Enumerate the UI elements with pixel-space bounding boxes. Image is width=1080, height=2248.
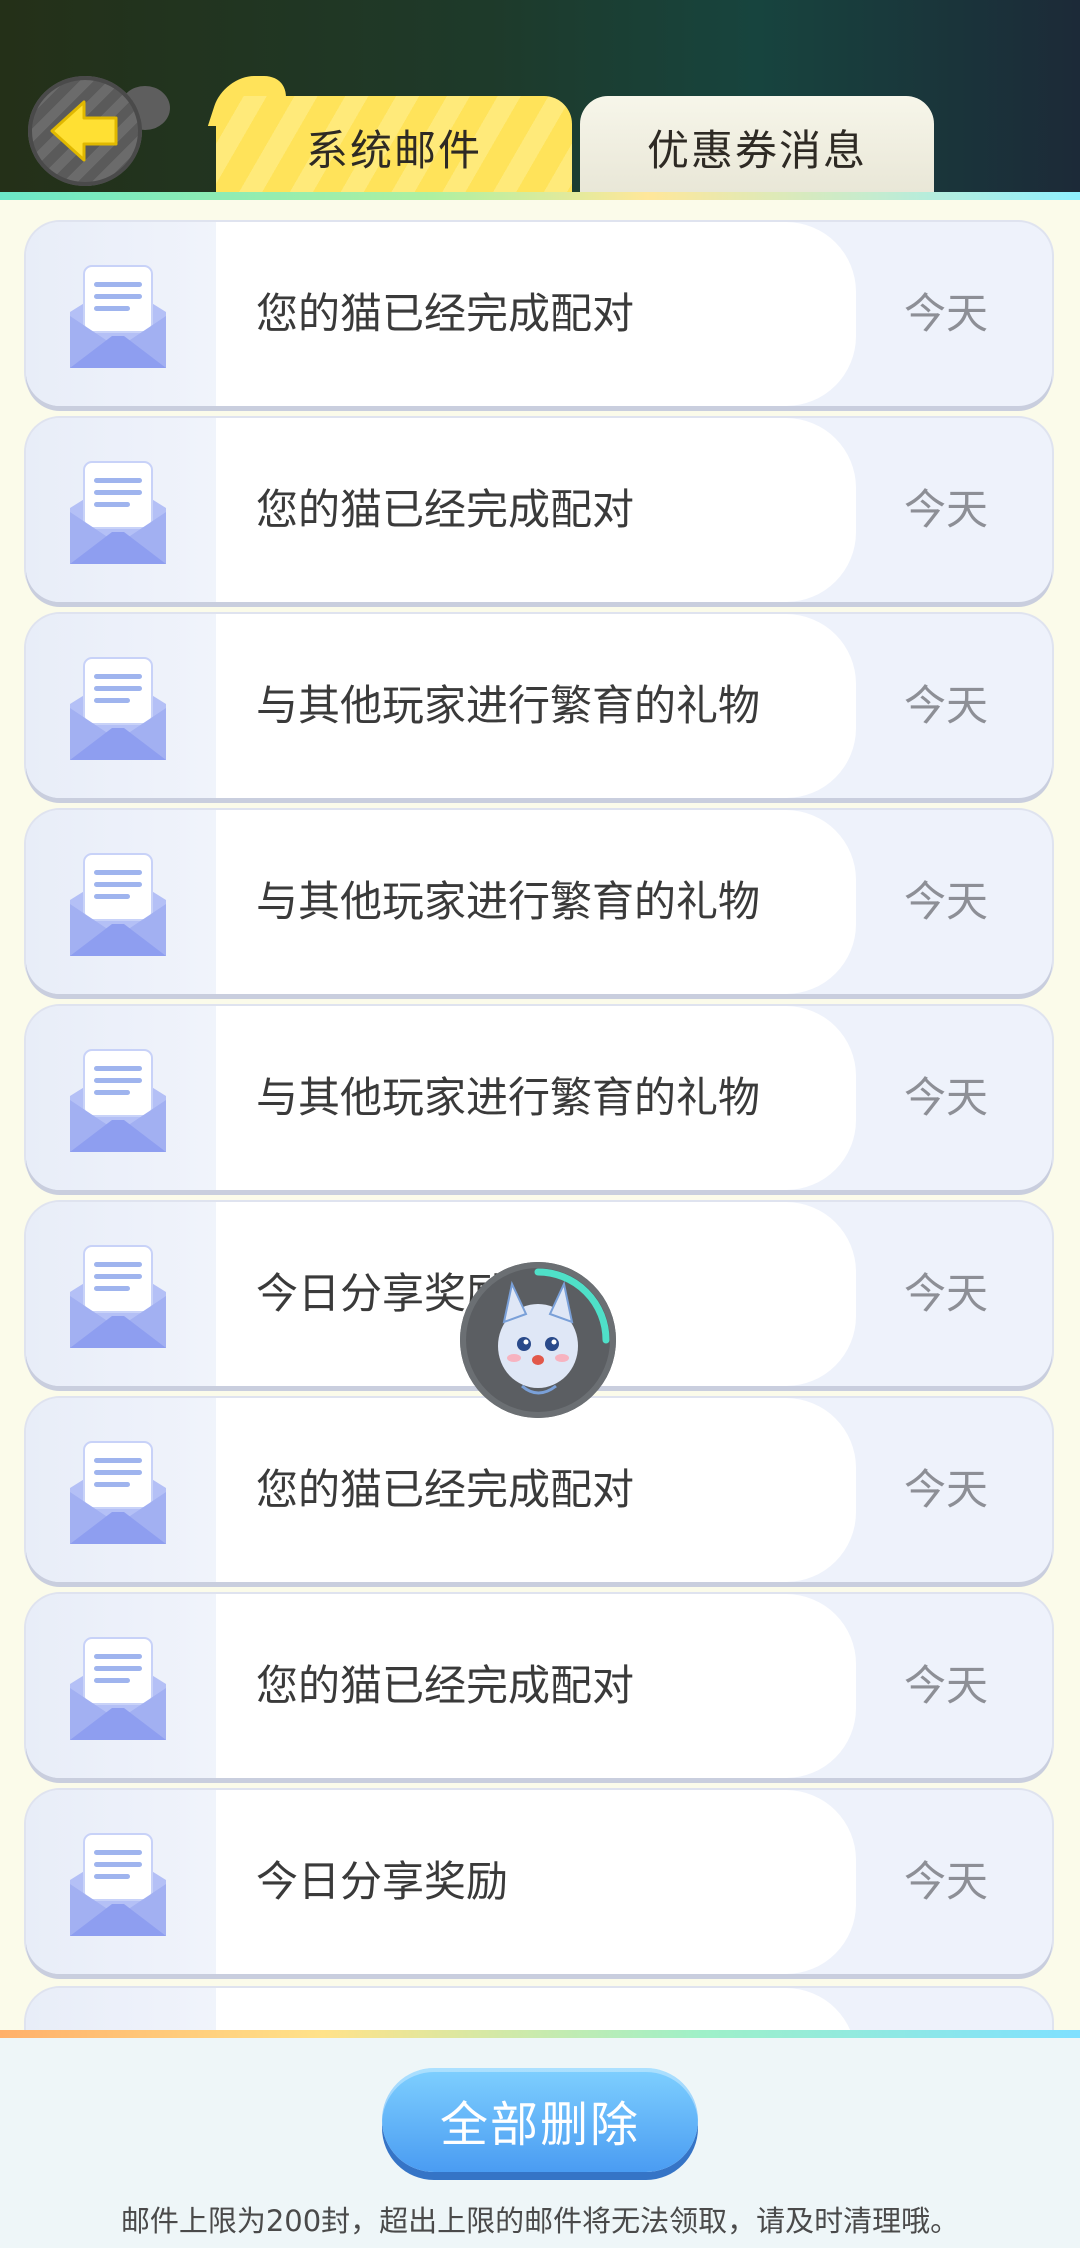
envelope-icon: [70, 1637, 166, 1740]
mail-item[interactable]: 与其他玩家进行繁育的礼物 今天: [26, 810, 1052, 994]
floating-mascot-button[interactable]: [460, 1262, 616, 1418]
envelope-icon: [70, 461, 166, 564]
mail-item-date: 今天: [903, 485, 988, 534]
envelope-icon: [70, 1833, 166, 1936]
mail-item-title: 您的猫已经完成配对: [256, 485, 635, 534]
footer-divider: [0, 2030, 1080, 2038]
mail-item[interactable]: 您的猫已经完成配对 今天: [26, 1594, 1052, 1778]
mail-item-date: 今天: [903, 1661, 988, 1710]
mail-item-date: 今天: [903, 877, 988, 926]
delete-all-button[interactable]: 全部删除: [382, 2068, 698, 2172]
mail-item-title: 您的猫已经完成配对: [256, 289, 635, 338]
mascot-icon: [498, 1268, 610, 1395]
mailbox-screen: 系统邮件 优惠券消息 您的猫已经完成配对 今天 您的猫已经完成配对 今天 与其他玩家进行…: [0, 0, 1080, 2248]
mail-item-title: 您的猫已经完成配对: [256, 1465, 635, 1514]
mail-item-date: 今天: [903, 289, 988, 338]
mail-item-date: 今天: [903, 1073, 988, 1122]
tab-system-mail[interactable]: 系统邮件: [216, 96, 572, 198]
mail-item-title: 与其他玩家进行繁育的礼物: [256, 681, 761, 730]
mail-item-title: 今日分享奖励: [256, 1857, 509, 1906]
envelope-icon: [70, 1049, 166, 1152]
tab-coupon-messages-label: 优惠券消息: [646, 125, 867, 175]
mail-item[interactable]: 与其他玩家进行繁育的礼物 今天: [26, 614, 1052, 798]
mail-item-title: 您的猫已经完成配对: [256, 1661, 635, 1710]
mail-item-date: 今天: [903, 1857, 988, 1906]
mail-item-title: 与其他玩家进行繁育的礼物: [256, 1073, 761, 1122]
mail-item-body: [216, 1988, 856, 2035]
tab-coupon-messages[interactable]: 优惠券消息: [580, 96, 934, 198]
mail-item[interactable]: 今日分享奖励 今天: [26, 1790, 1052, 1974]
mail-item[interactable]: 您的猫已经完成配对 今天: [26, 222, 1052, 406]
mail-item-date: 今天: [903, 1269, 988, 1318]
mail-item[interactable]: 您的猫已经完成配对 今天: [26, 1398, 1052, 1582]
footer-bar: 全部删除 邮件上限为200封，超出上限的邮件将无法领取，请及时清理哦。: [0, 2030, 1080, 2248]
envelope-icon: [70, 1441, 166, 1544]
back-arrow-icon: [50, 100, 118, 162]
header-divider: [0, 192, 1080, 200]
envelope-icon: [70, 265, 166, 368]
back-button[interactable]: [28, 76, 170, 186]
mail-limit-note: 邮件上限为200封，超出上限的邮件将无法领取，请及时清理哦。: [120, 2204, 960, 2238]
envelope-icon: [70, 1245, 166, 1348]
mail-item[interactable]: 您的猫已经完成配对 今天: [26, 418, 1052, 602]
mail-item-date: 今天: [903, 1465, 988, 1514]
mail-list[interactable]: 您的猫已经完成配对 今天 您的猫已经完成配对 今天 与其他玩家进行繁育的礼物 今天 与其他玩…: [0, 200, 1080, 2035]
mail-item-title: 与其他玩家进行繁育的礼物: [256, 877, 761, 926]
tab-system-mail-label: 系统邮件: [305, 125, 482, 175]
mail-item[interactable]: 与其他玩家进行繁育的礼物 今天: [26, 1006, 1052, 1190]
mail-item-date: 今天: [903, 681, 988, 730]
envelope-icon: [70, 657, 166, 760]
delete-all-label: 全部删除: [439, 2097, 640, 2153]
envelope-icon: [70, 853, 166, 956]
mail-item-partial[interactable]: [26, 1988, 1052, 2035]
header-bar: 系统邮件 优惠券消息: [0, 0, 1080, 200]
